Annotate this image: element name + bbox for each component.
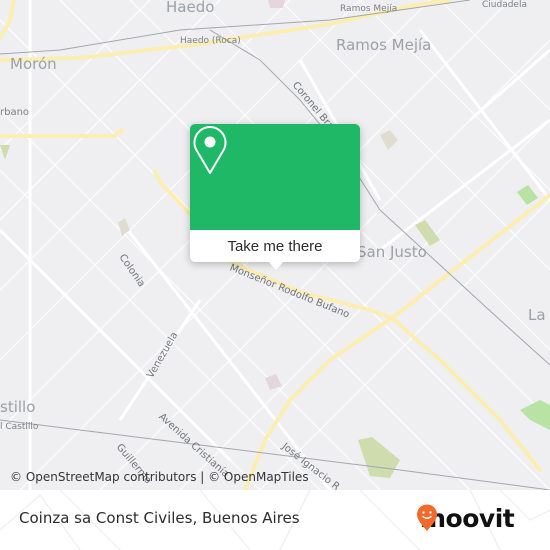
station-label-ciudadela: Ciudadela (482, 0, 527, 10)
moovit-logo[interactable]: moovit (416, 504, 515, 533)
footer-bar: Coinza sa Const Civiles, Buenos Aires mo… (0, 490, 550, 550)
place-label-moron: Morón (10, 55, 57, 73)
location-title: Coinza sa Const Civiles, Buenos Aires (19, 509, 300, 527)
block (268, 0, 285, 8)
location-popup: Take me there (190, 124, 360, 270)
park (517, 185, 538, 205)
park (380, 130, 398, 150)
station-label-ramos-mejia: Ramos Mejía (340, 4, 398, 14)
park (0, 145, 10, 160)
map-attribution[interactable]: © OpenStreetMap contributors | © OpenMap… (10, 470, 309, 484)
popup-pointer (267, 260, 285, 270)
place-label-san-justo: San Justo (357, 243, 427, 261)
station-label-castillo: l Castillo (0, 422, 39, 432)
take-me-there-button[interactable]: Take me there (190, 230, 360, 262)
park (520, 400, 550, 430)
station-label-haedo-roca: Haedo (Roca) (180, 36, 241, 46)
map-view[interactable]: Haedo Morón Ramos Mejía San Justo La T s… (0, 0, 550, 490)
place-label-haedo: Haedo (166, 0, 215, 16)
popup-header (190, 124, 360, 230)
place-label-castillo: stillo (0, 398, 36, 416)
place-label-partial: rbano (0, 107, 30, 118)
block (265, 374, 282, 390)
park (358, 437, 400, 478)
place-label-ramos-mejia: Ramos Mejía (336, 36, 432, 54)
place-label-la: La T (528, 306, 550, 324)
